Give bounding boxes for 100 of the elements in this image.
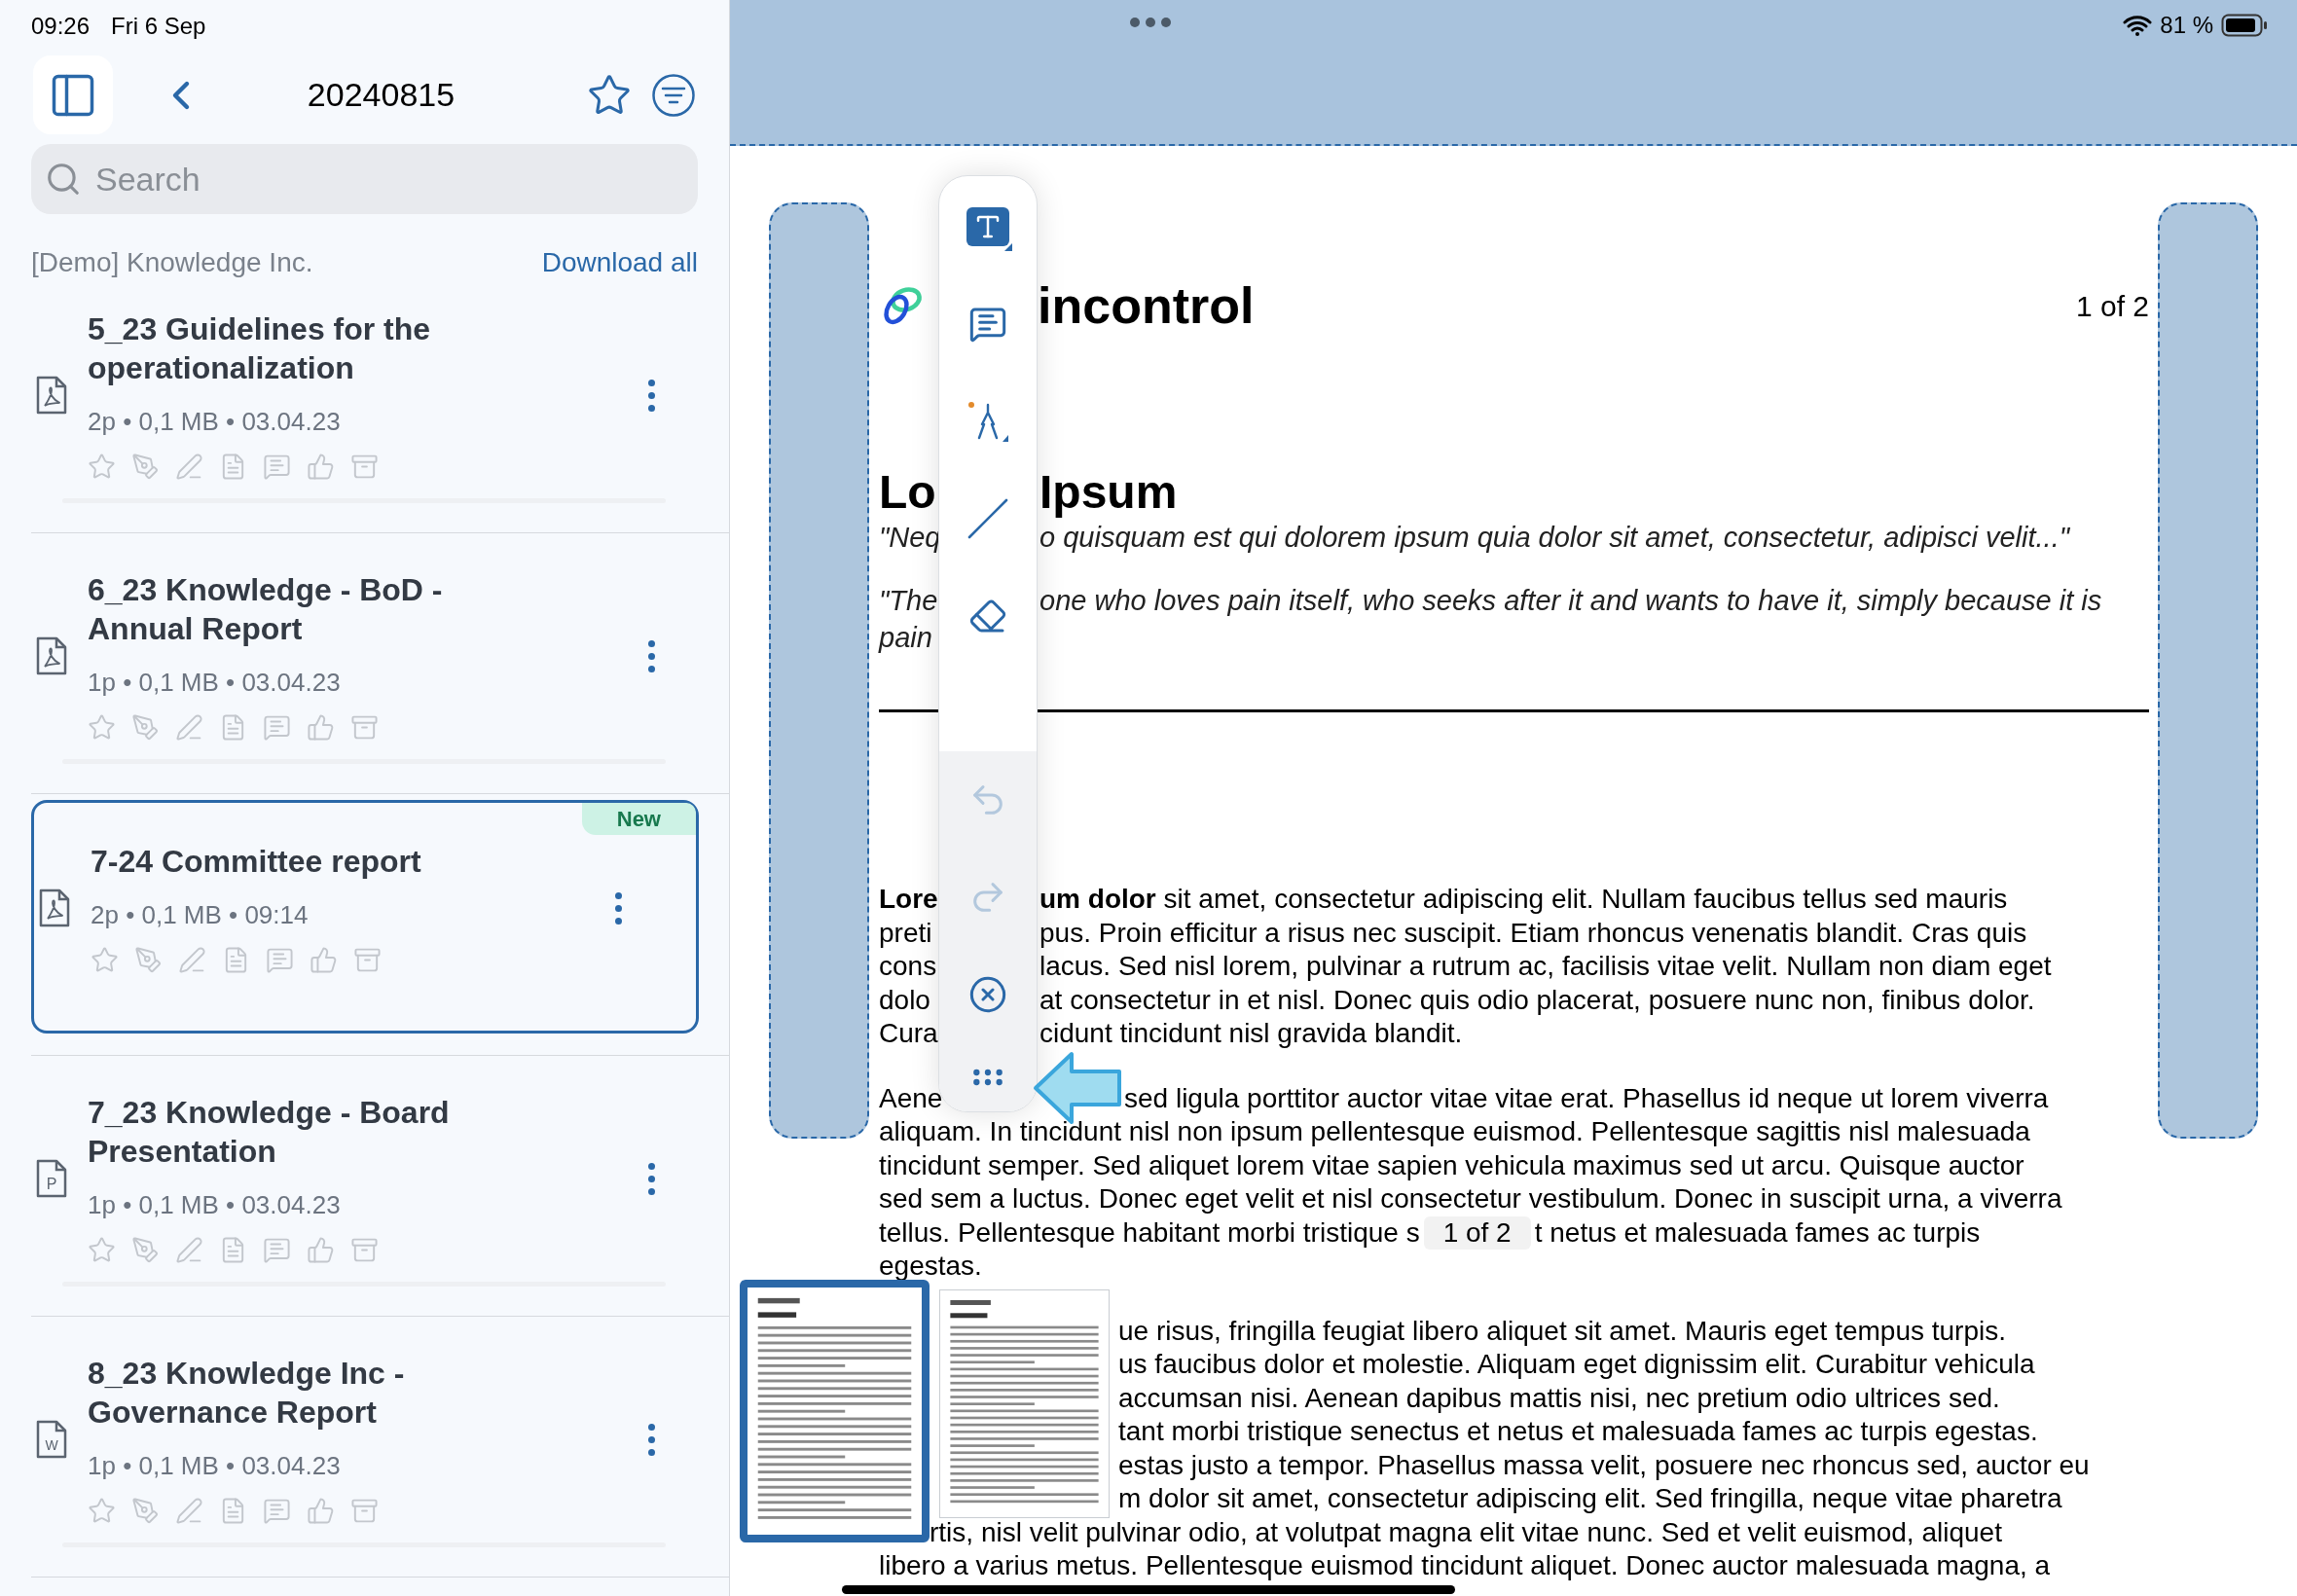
quote-text: "The	[879, 584, 937, 618]
wifi-icon	[2123, 15, 2153, 36]
thumbs-up-icon	[307, 1497, 335, 1525]
heading-text: Lo	[879, 465, 937, 520]
line-icon	[966, 496, 1010, 541]
paragraph-text: accumsan nisi. Aenean dapibus mattis nisi, nec pretium odio ultrices sed.	[1118, 1382, 2000, 1413]
thumbs-up-icon	[307, 713, 335, 742]
pen-nib-icon	[131, 1236, 160, 1264]
thumbs-up-icon	[307, 1236, 335, 1264]
document-meta: 2p • 0,1 MB • 09:14	[91, 899, 310, 931]
paragraph-text: lacus. Sed nisl lorem, pulvinar a rutrum ac, facilisis vitae velit. Nullam non diam eget	[1039, 950, 2052, 983]
document-meta: 1p • 0,1 MB • 03.04.23	[88, 1450, 342, 1482]
logo-text: incontrol	[1038, 276, 1255, 336]
document-card[interactable]: New 7-24 Committee report 2p • 0,1 MB • 09:14	[31, 800, 699, 1034]
paragraph-text: t netus et malesuada fames ac turpis	[1534, 1215, 1981, 1250]
paragraph-text: sed sem a luctus. Donec eget velit et nisl consectetur vestibulum. Donec in suscipit urna, a viverra	[879, 1183, 2062, 1214]
file-icon: W	[35, 1419, 68, 1460]
paragraph-text: at consectetur in et nisl. Donec quis odio placerat, posuere nunc non, finibus dolor.	[1039, 983, 2035, 1017]
paragraph-text: ue risus, fringilla feugiat libero aliquet sit amet. Mauris eget tempus turpis.	[1118, 1315, 2006, 1346]
pen-nib-icon	[134, 946, 163, 974]
file-icon	[38, 888, 71, 928]
pencil-icon	[178, 946, 206, 974]
document-title: 7_23 Knowledge - Board Presentation	[88, 1094, 451, 1171]
status-time: 09:26	[31, 12, 91, 41]
paragraph-text: pus. Proin efficitur a risus nec suscipit. Etiam rhoncus venenatis blandit. Cras quis	[1039, 916, 2027, 950]
quote-text: one who loves pain itself, who seeks after it and wants to have it, simply because it is	[1039, 584, 2102, 618]
paragraph-text: dolo	[879, 983, 931, 1017]
archive-icon	[350, 453, 379, 481]
document-item[interactable]: 6_23 Knowledge - BoD - Annual Report 1p • 0,1 MB • 03.04.23	[31, 533, 729, 794]
document-item[interactable]: W 8_23 Knowledge Inc - Governance Report 1p • 0,1 MB • 03.04.23	[31, 1317, 729, 1578]
new-badge: New	[581, 803, 696, 835]
document-title: 8_23 Knowledge Inc - Governance Report	[88, 1355, 406, 1432]
pen-nib-icon	[131, 453, 160, 481]
document-item[interactable]: 5_23 Guidelines for the operationalization 2p • 0,1 MB • 03.04.23	[31, 282, 729, 533]
filter-button[interactable]	[651, 72, 696, 118]
archive-icon	[353, 946, 382, 974]
document-meta: 2p • 0,1 MB • 03.04.23	[88, 406, 342, 438]
paragraph-text: rtis, nisl velit pulvinar odio, at volutpat magna elit vitae nunc. Sed et velit euismod, aliquet	[930, 1516, 2002, 1547]
file-icon	[35, 375, 68, 416]
page-number: 1 of 2	[2075, 288, 2149, 324]
comment-icon	[263, 453, 291, 481]
pen-nib-icon	[131, 713, 160, 742]
pencil-icon	[175, 453, 203, 481]
paragraph-text: Cura	[879, 1017, 937, 1050]
favorite-icon	[88, 713, 116, 742]
page-turn-zone[interactable]	[2158, 202, 2258, 1139]
thumbs-up-icon	[307, 453, 335, 481]
folder-title: 20240815	[307, 75, 456, 115]
quote-text: o quisquam est qui dolorem ipsum quia dolor sit amet, consectetur, adipisci velit..."	[1039, 521, 2070, 555]
battery-icon	[2221, 14, 2268, 37]
paragraph-text: m dolor sit amet, consectetur adipiscing elit. Sed fringilla, neque vitae pharetra	[1118, 1483, 2062, 1513]
pencil-icon	[175, 713, 203, 742]
search-field[interactable]: Search	[31, 144, 698, 214]
document-item[interactable]: P 7_23 Knowledge - Board Presentation 1p • 0,1 MB • 03.04.23	[31, 1056, 729, 1317]
paragraph-text: us faucibus dolor et molestie. Aliquam eget dignissim elit. Curabitur vehicula	[1118, 1349, 2035, 1379]
thumbs-up-icon	[310, 946, 338, 974]
paragraph-text: tincidunt semper. Sed aliquet lorem vitae sapien vehicula maximus sed ut arcu. Quisque auctor	[879, 1149, 2024, 1180]
document-title: 6_23 Knowledge - BoD - Annual Report	[88, 571, 444, 648]
pen-nib-icon	[131, 1497, 160, 1525]
quote-text: pain	[879, 621, 933, 655]
status-date: Fri 6 Sep	[111, 12, 206, 41]
paragraph-text: aliquam. In tincidunt nisl non ipsum pellentesque euismod. Pellentesque sagittis nisl malesuada	[879, 1116, 2030, 1146]
paragraph-text: libero a varius metus. Pellentesque euismod tincidunt aliquet. Donec auctor malesuada magna, a	[879, 1550, 2051, 1580]
page-turn-zone[interactable]	[769, 202, 869, 1139]
pencil-icon	[175, 1497, 203, 1525]
favorite-icon	[88, 1497, 116, 1525]
file-icon	[35, 635, 68, 676]
pen-icon	[966, 399, 1010, 444]
paragraph-text: estas justo a tempor. Phasellus massa velit, posuere nec rhoncus sed, auctor eu	[1118, 1449, 2090, 1480]
file-icon: P	[35, 1158, 68, 1199]
heading-text: Ipsum	[1039, 465, 1178, 520]
section-title: [Demo] Knowledge Inc.	[31, 246, 313, 279]
paragraph-text: sed ligula porttitor auctor vitae vitae erat. Phasellus id neque ut lorem viverra	[1124, 1081, 2049, 1115]
search-icon	[45, 161, 82, 198]
multitasking-dots-icon	[1129, 17, 1172, 28]
quote-text: "Neq	[879, 521, 937, 555]
close-icon	[968, 975, 1007, 1014]
comment-icon	[263, 1236, 291, 1264]
paragraph-text: cidunt tincidunt nisl gravida blandit.	[1039, 1017, 1463, 1050]
paragraph-text: tellus. Pellentesque habitant morbi tristique s	[879, 1215, 1420, 1250]
document-title: 5_23 Guidelines for the operationalization	[88, 310, 432, 387]
page-indicator: 1 of 2	[1423, 1215, 1531, 1250]
battery-percentage: 81 %	[2160, 11, 2213, 40]
favorite-icon	[91, 946, 119, 974]
document-meta: 1p • 0,1 MB • 03.04.23	[88, 667, 342, 699]
filter-icon	[651, 72, 696, 118]
archive-icon	[350, 1497, 379, 1525]
paragraph-text: cons	[879, 950, 937, 983]
paragraph-text: um dolor sit amet, consectetur adipiscing elit. Nullam faucibus tellus sed mauris	[1039, 883, 2008, 916]
sidebar-toggle-button[interactable]	[33, 55, 113, 134]
document-meta: 1p • 0,1 MB • 03.04.23	[88, 1189, 342, 1221]
paragraph-text: egestas.	[879, 1251, 982, 1281]
comment-icon	[263, 713, 291, 742]
archive-icon	[350, 713, 379, 742]
comment-icon	[266, 946, 294, 974]
paragraph-text: Lore	[879, 883, 937, 916]
paragraph-text: preti	[879, 916, 933, 950]
archive-icon	[350, 1236, 379, 1264]
page-thumbnail[interactable]	[740, 1280, 930, 1542]
download-all-link[interactable]: Download all	[541, 242, 698, 283]
